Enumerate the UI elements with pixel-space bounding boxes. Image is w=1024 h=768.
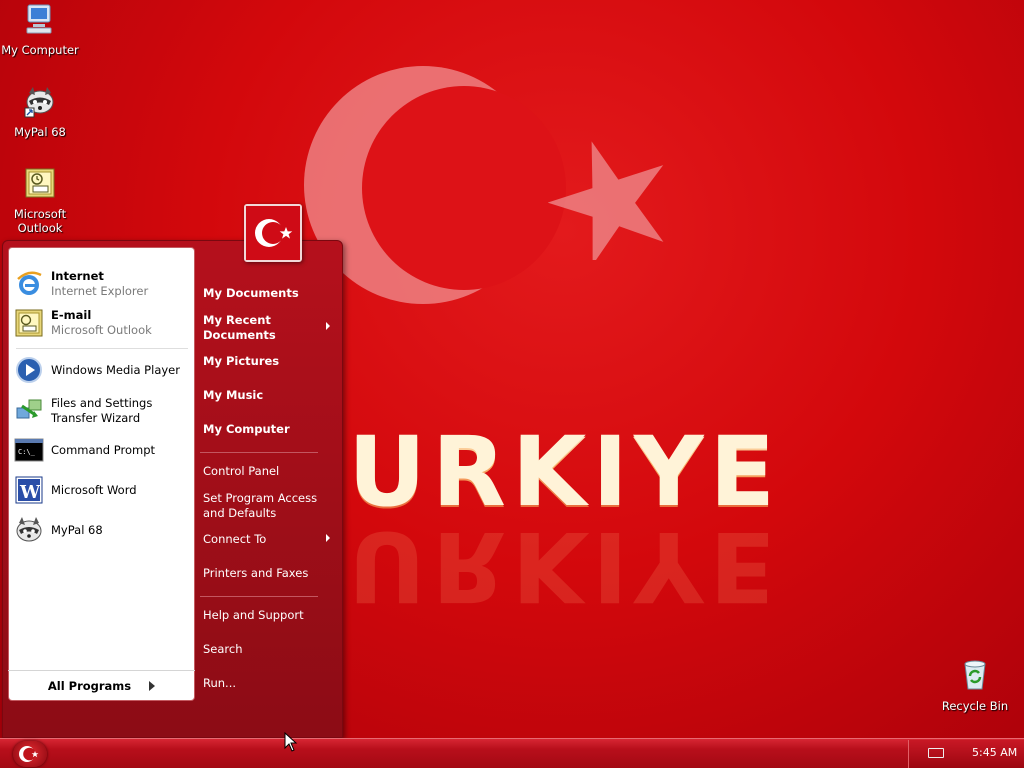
recent-title: Windows Media Player (51, 362, 180, 377)
command-prompt-icon: C:\_ (14, 438, 44, 462)
system-control-panel[interactable]: Control Panel (203, 464, 279, 479)
clock[interactable]: 5:45 AM (972, 746, 1017, 759)
transfer-wizard-icon (16, 399, 42, 419)
system-separator (200, 596, 318, 597)
recent-transfer-wizard[interactable]: Files and Settings Transfer Wizard (14, 393, 194, 429)
submenu-arrow-icon (326, 322, 330, 330)
run[interactable]: Run... (203, 676, 236, 691)
my-computer-icon (26, 4, 52, 34)
desktop-icon-label: My Computer (1, 43, 79, 57)
pinned-subtitle: Microsoft Outlook (51, 323, 152, 337)
recent-mypal[interactable]: MyPal 68 (14, 513, 194, 547)
all-programs-button[interactable]: All Programs (8, 670, 195, 700)
internet-explorer-icon (17, 271, 42, 295)
pinned-title: E-mail (51, 308, 92, 322)
mypal-raccoon-icon (24, 87, 54, 118)
recent-command-prompt[interactable]: C:\_ Command Prompt (14, 433, 194, 467)
outlook-icon (25, 168, 55, 198)
turkish-flag-icon (19, 746, 39, 762)
system-printers-and-faxes[interactable]: Printers and Faxes (203, 566, 308, 581)
all-programs-label: All Programs (47, 678, 132, 693)
pinned-email[interactable]: E-mail Microsoft Outlook (14, 306, 194, 340)
place-my-recent-documents[interactable]: My Recent Documents (203, 313, 313, 343)
help-and-support[interactable]: Help and Support (203, 608, 304, 623)
pinned-subtitle: Internet Explorer (51, 284, 149, 298)
system-connect-to[interactable]: Connect To (203, 532, 266, 547)
recycle-bin-icon (964, 660, 986, 690)
place-my-pictures[interactable]: My Pictures (203, 354, 279, 369)
recent-windows-media-player[interactable]: Windows Media Player (14, 353, 194, 387)
svg-text:C:\_: C:\_ (18, 448, 36, 456)
wallpaper-star (548, 141, 664, 260)
user-picture[interactable] (244, 204, 302, 262)
recent-title: Command Prompt (51, 442, 156, 457)
desktop-icon-outlook[interactable]: Microsoft Outlook (0, 166, 80, 235)
wallpaper-crescent-cut (362, 86, 566, 290)
recent-title: Files and Settings Transfer Wizard (51, 396, 153, 425)
recent-title: Microsoft Word (51, 482, 137, 497)
mouse-cursor-icon (284, 732, 298, 752)
mypal-raccoon-icon (16, 517, 42, 542)
turkish-flag-icon (246, 206, 300, 260)
arrow-right-icon (149, 680, 156, 691)
word-icon: W (15, 476, 43, 504)
keyboard-icon[interactable] (928, 748, 944, 758)
system-set-program-access[interactable]: Set Program Access and Defaults (203, 491, 323, 521)
place-my-music[interactable]: My Music (203, 388, 263, 403)
recent-title: MyPal 68 (51, 522, 103, 537)
taskbar (0, 738, 1024, 768)
wallpaper-text: URKIYE (348, 424, 778, 524)
desktop-icon-mypal[interactable]: MyPal 68 (0, 84, 80, 139)
programs-separator (16, 348, 188, 349)
desktop-icon-recycle-bin[interactable]: Recycle Bin (935, 658, 1015, 713)
places-separator (200, 452, 318, 453)
media-player-icon (16, 357, 42, 383)
search[interactable]: Search (203, 642, 243, 657)
pinned-internet[interactable]: Internet Internet Explorer (14, 267, 194, 301)
outlook-icon (15, 309, 43, 337)
place-my-documents[interactable]: My Documents (203, 286, 299, 301)
place-my-computer[interactable]: My Computer (203, 422, 290, 437)
svg-text:W: W (19, 482, 41, 503)
desktop-icon-my-computer[interactable]: My Computer (0, 2, 80, 57)
recent-microsoft-word[interactable]: W Microsoft Word (14, 473, 194, 507)
submenu-arrow-icon (326, 534, 330, 542)
desktop-icon-label: Recycle Bin (941, 699, 1009, 713)
desktop-icon-label: MyPal 68 (14, 125, 66, 139)
wallpaper-text-reflection: URKIYE (348, 516, 778, 616)
start-button[interactable] (13, 741, 47, 767)
desktop-icon-label: Microsoft Outlook (13, 207, 67, 235)
pinned-title: Internet (51, 269, 104, 283)
